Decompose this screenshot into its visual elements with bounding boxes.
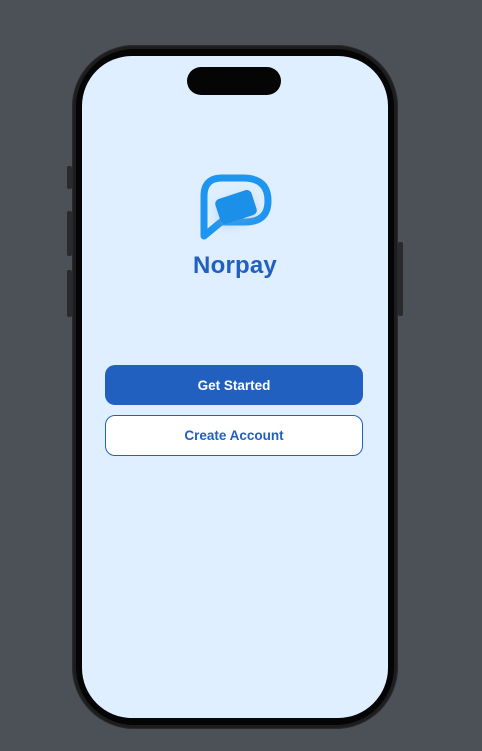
app-title: Norpay <box>193 252 277 279</box>
create-account-button[interactable]: Create Account <box>105 415 363 456</box>
phone-frame: Norpay Get Started Create Account <box>72 45 398 729</box>
welcome-screen: Norpay Get Started Create Account <box>82 56 388 718</box>
device-stage: Norpay Get Started Create Account <box>0 0 482 751</box>
get-started-button[interactable]: Get Started <box>105 365 363 405</box>
logo-svg <box>200 174 272 240</box>
dynamic-island <box>187 67 281 95</box>
norpay-logo-icon <box>195 166 275 246</box>
power-button <box>398 242 403 316</box>
